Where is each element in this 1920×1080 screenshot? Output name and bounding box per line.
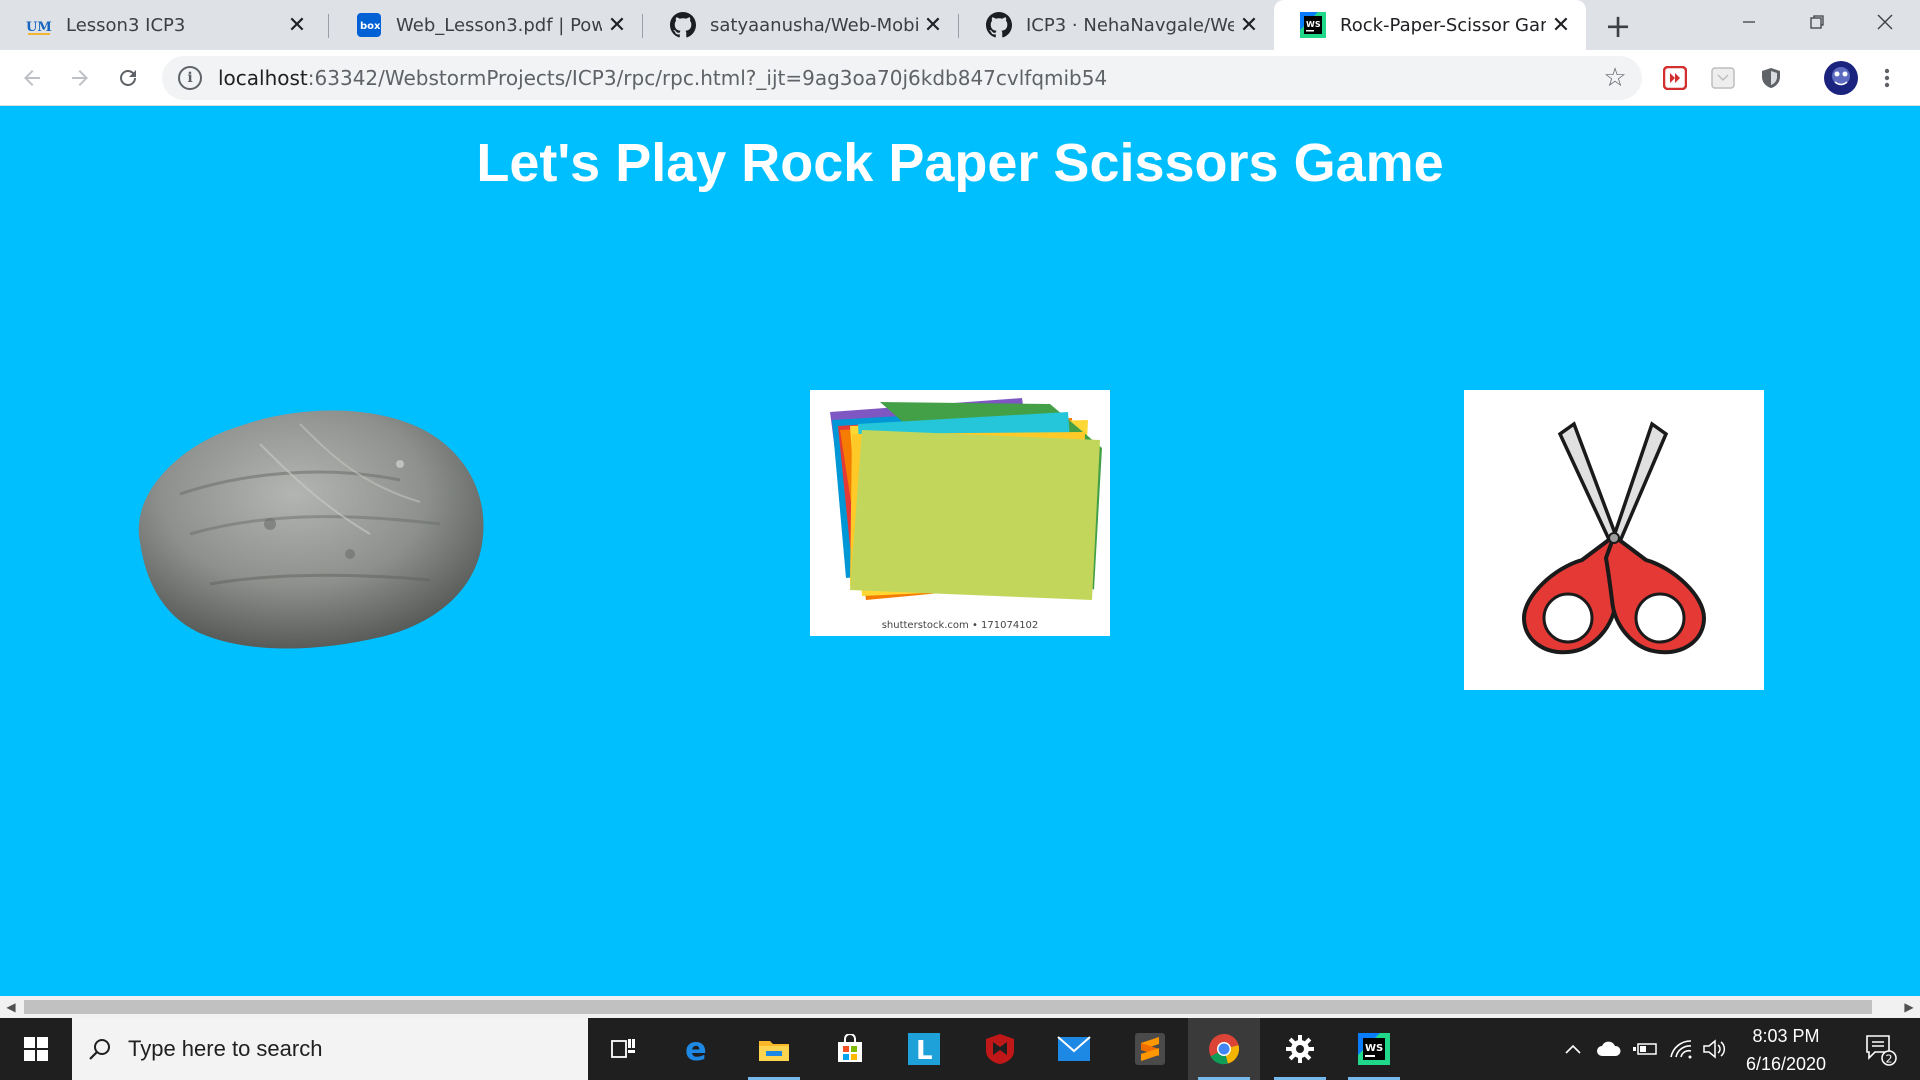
action-center-icon[interactable]: 2 xyxy=(1854,1018,1906,1080)
tab-github-icp3[interactable]: ICP3 · NehaNavgale/Web_Mobile ✕ xyxy=(960,0,1274,50)
edge-browser-icon[interactable]: e xyxy=(662,1018,734,1080)
box-icon: box xyxy=(356,12,382,38)
taskbar-clock[interactable]: 8:03 PM 6/16/2020 xyxy=(1730,1018,1842,1080)
address-bar[interactable]: i localhost:63342/WebstormProjects/ICP3/… xyxy=(162,56,1642,100)
shield-extension-icon[interactable] xyxy=(1756,63,1786,93)
close-tab-icon[interactable]: ✕ xyxy=(1546,10,1576,40)
show-hidden-icons-chevron-icon[interactable] xyxy=(1560,1018,1586,1080)
url-path: :63342/WebstormProjects/ICP3/rpc/rpc.htm… xyxy=(307,66,1108,90)
rock-choice[interactable] xyxy=(120,384,490,664)
onedrive-cloud-icon[interactable] xyxy=(1594,1018,1624,1080)
sublime-text-icon[interactable] xyxy=(1114,1018,1186,1080)
tab-title: ICP3 · NehaNavgale/Web_Mobile xyxy=(1026,14,1234,36)
battery-icon[interactable] xyxy=(1630,1018,1660,1080)
tab-github-satyaanusha[interactable]: satyaanusha/Web-Mobileprogramming ✕ xyxy=(644,0,958,50)
reload-icon[interactable] xyxy=(108,58,148,98)
paper-watermark: shutterstock.com • 171074102 xyxy=(882,620,1039,631)
rock-image xyxy=(138,410,484,649)
mail-icon[interactable] xyxy=(1038,1018,1110,1080)
close-tab-icon[interactable]: ✕ xyxy=(282,10,312,40)
umkc-icon: UMKC xyxy=(26,12,52,38)
github-icon xyxy=(670,12,696,38)
volume-icon[interactable] xyxy=(1700,1018,1730,1080)
tab-rock-paper-scissor[interactable]: WS Rock-Paper-Scissor Game ✕ xyxy=(1274,0,1586,50)
url-host: localhost xyxy=(218,66,308,90)
restore-window-icon[interactable] xyxy=(1786,0,1848,44)
extension-gray-icon[interactable] xyxy=(1708,63,1738,93)
tab-strip: UMKC Lesson3 ICP3 ✕ box Web_Lesson3.pdf … xyxy=(0,0,1920,50)
back-icon[interactable] xyxy=(12,58,52,98)
clock-time: 8:03 PM xyxy=(1752,1026,1820,1046)
svg-text:WS: WS xyxy=(1306,20,1321,29)
file-explorer-icon[interactable] xyxy=(738,1018,810,1080)
forward-icon[interactable] xyxy=(60,58,100,98)
page-title: Let's Play Rock Paper Scissors Game xyxy=(476,133,1444,193)
mcafee-icon[interactable] xyxy=(964,1018,1036,1080)
svg-text:L: L xyxy=(916,1036,933,1065)
svg-text:e: e xyxy=(685,1034,707,1064)
paper-choice[interactable]: shutterstock.com • 171074102 xyxy=(810,390,1110,636)
tab-divider xyxy=(958,14,959,38)
webstorm-icon: WS xyxy=(1300,12,1326,38)
windows-start-icon[interactable] xyxy=(0,1018,72,1080)
microsoft-store-icon[interactable] xyxy=(814,1018,886,1080)
taskbar: Type here to search e L WS 8:03 PM 6/16/… xyxy=(0,1018,1920,1080)
extension-red-icon[interactable] xyxy=(1660,63,1690,93)
svg-text:WS: WS xyxy=(1365,1043,1383,1054)
minimize-window-icon[interactable] xyxy=(1718,0,1780,44)
search-placeholder: Type here to search xyxy=(128,1036,323,1061)
tab-title: satyaanusha/Web-Mobileprogramming xyxy=(710,14,918,36)
tab-title: Rock-Paper-Scissor Game xyxy=(1340,14,1546,36)
search-icon xyxy=(88,1037,112,1061)
browser-toolbar: i localhost:63342/WebstormProjects/ICP3/… xyxy=(0,50,1920,106)
scroll-left-icon[interactable]: ◀ xyxy=(0,996,22,1018)
horizontal-scrollbar[interactable]: ◀ ▶ xyxy=(0,996,1920,1018)
url-text: localhost:63342/WebstormProjects/ICP3/rp… xyxy=(218,66,1107,90)
scroll-right-icon[interactable]: ▶ xyxy=(1898,996,1920,1018)
tab-box-pdf[interactable]: box Web_Lesson3.pdf | Powered by Box ✕ xyxy=(330,0,642,50)
scissors-choice[interactable] xyxy=(1464,390,1764,690)
tab-title: Web_Lesson3.pdf | Powered by Box xyxy=(396,14,602,36)
screen: UMKC Lesson3 ICP3 ✕ box Web_Lesson3.pdf … xyxy=(0,0,1920,1080)
github-icon xyxy=(986,12,1012,38)
browser-menu-icon[interactable] xyxy=(1872,63,1902,93)
site-info-icon[interactable]: i xyxy=(178,66,202,90)
avatar[interactable] xyxy=(1822,59,1860,97)
close-window-icon[interactable] xyxy=(1854,0,1916,44)
close-tab-icon[interactable]: ✕ xyxy=(602,10,632,40)
webstorm-taskbar-icon[interactable]: WS xyxy=(1338,1018,1410,1080)
tab-divider xyxy=(642,14,643,38)
task-view-icon[interactable] xyxy=(588,1018,660,1080)
chrome-icon[interactable] xyxy=(1188,1018,1260,1080)
settings-gear-icon[interactable] xyxy=(1264,1018,1336,1080)
bookmark-star-icon[interactable]: ☆ xyxy=(1600,63,1630,93)
scissors-image xyxy=(1521,421,1707,655)
tab-lesson3[interactable]: UMKC Lesson3 ICP3 ✕ xyxy=(0,0,322,50)
paper-image: shutterstock.com • 171074102 xyxy=(830,398,1102,631)
tab-divider xyxy=(328,14,329,38)
wifi-icon[interactable] xyxy=(1666,1018,1696,1080)
page-content: Let's Play Rock Paper Scissors Game shut… xyxy=(0,106,1920,996)
tab-title: Lesson3 ICP3 xyxy=(66,14,186,36)
notification-count: 2 xyxy=(1886,1053,1893,1066)
svg-text:box: box xyxy=(360,21,381,32)
scrollbar-thumb[interactable] xyxy=(24,1000,1872,1014)
close-tab-icon[interactable]: ✕ xyxy=(1234,10,1264,40)
svg-text:UMKC: UMKC xyxy=(26,20,52,35)
taskbar-search-box[interactable]: Type here to search xyxy=(72,1018,588,1080)
clock-date: 6/16/2020 xyxy=(1745,1054,1827,1074)
new-tab-button[interactable]: + xyxy=(1600,7,1636,45)
l-app-icon[interactable]: L xyxy=(888,1018,960,1080)
close-tab-icon[interactable]: ✕ xyxy=(918,10,948,40)
